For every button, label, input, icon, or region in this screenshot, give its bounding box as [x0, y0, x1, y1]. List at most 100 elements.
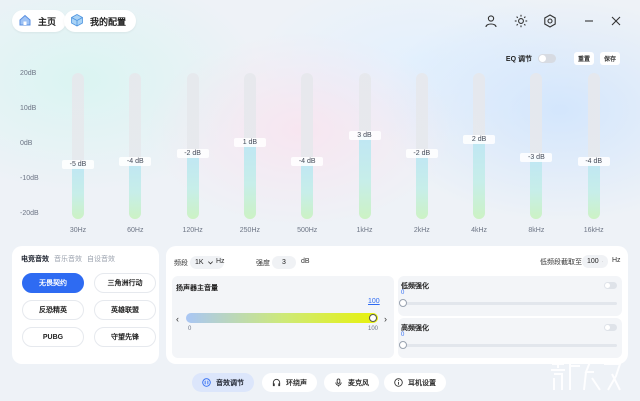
my-config-tab[interactable]: 我的配置: [64, 10, 137, 32]
eq-band-frequency: 16kHz: [583, 227, 604, 234]
reset-button[interactable]: 重置: [573, 52, 594, 65]
treble-boost-panel: 高频强化 0: [398, 318, 622, 358]
volume-decrease-icon[interactable]: ‹: [176, 314, 179, 324]
preset-tab[interactable]: 音乐音效: [54, 254, 82, 264]
eq-band-slider[interactable]: -3 dB: [520, 73, 553, 219]
eq-band-frequency: 8kHz: [528, 227, 545, 234]
preset-tab[interactable]: 电竞音效: [21, 254, 49, 264]
freq-label: 频段: [174, 260, 188, 267]
freq-select-value: 1K: [195, 259, 204, 266]
eq-band-slider[interactable]: -2 dB: [176, 73, 209, 219]
volume-panel: 扬声器主音量 100 ‹ › 0 100: [172, 276, 394, 358]
cube-icon: [70, 13, 84, 29]
eq-band-slider[interactable]: -4 dB: [577, 73, 610, 219]
eq-band-value: 1 dB: [233, 138, 266, 148]
eq-band-slider[interactable]: -5 dB: [62, 73, 94, 219]
volume-knob[interactable]: [369, 314, 377, 322]
eq-band-value: -2 dB: [405, 149, 438, 159]
eq-band-frequency: 60Hz: [127, 227, 144, 234]
nav-headset-settings[interactable]: 耳机设置: [384, 373, 446, 392]
preset-button[interactable]: 英雄联盟: [94, 300, 156, 320]
eq-band-fill: [129, 160, 142, 219]
treble-boost-knob[interactable]: [399, 341, 407, 349]
freq-unit: Hz: [216, 258, 225, 265]
my-config-label: 我的配置: [90, 16, 127, 27]
eq-toggle[interactable]: [537, 54, 556, 63]
y-axis-tick-label: 20dB: [20, 70, 37, 77]
home-tab[interactable]: 主页: [12, 10, 67, 32]
eq-toggle-label: EQ 调节: [505, 55, 532, 63]
eq-band-slider[interactable]: 3 dB: [348, 73, 381, 219]
close-icon[interactable]: [605, 10, 627, 32]
preset-tab[interactable]: 自设音效: [87, 254, 115, 264]
volume-slider[interactable]: [186, 313, 378, 323]
eq-band-fill: [186, 153, 199, 219]
nav-microphone-label: 麦克风: [348, 379, 369, 387]
nav-surround-label: 环绕声: [286, 379, 307, 387]
watermark-logo: [551, 360, 622, 391]
eq-band-value: -3 dB: [520, 152, 553, 162]
strength-unit: dB: [301, 258, 310, 265]
eq-band-frequency: 120Hz: [182, 227, 203, 234]
treble-boost-title: 高频强化: [401, 325, 429, 332]
preset-button[interactable]: 守望先锋: [94, 327, 156, 347]
volume-value: 100: [368, 298, 380, 305]
eq-band-slider[interactable]: -4 dB: [291, 73, 324, 219]
settings-icon[interactable]: [539, 10, 561, 32]
bass-boost-slider[interactable]: [402, 302, 617, 305]
volume-increase-icon[interactable]: ›: [384, 314, 387, 324]
bass-boost-toggle[interactable]: [604, 282, 617, 289]
eq-band-frequency: 500Hz: [297, 227, 318, 234]
y-axis-tick-label: -10dB: [20, 175, 39, 182]
preset-button[interactable]: PUBG: [22, 327, 84, 347]
eq-band-slider[interactable]: -2 dB: [405, 73, 438, 219]
eq-band-value: -2 dB: [176, 149, 209, 159]
preset-button[interactable]: 三角洲行动: [94, 273, 156, 293]
bass-boost-knob[interactable]: [399, 299, 407, 307]
minimize-icon[interactable]: [578, 10, 600, 32]
eq-band-value: -4 dB: [577, 156, 610, 166]
lowfreq-cut-unit: Hz: [612, 257, 621, 264]
preset-button[interactable]: 无畏契约: [22, 273, 84, 293]
headphones-icon: [272, 378, 281, 387]
strength-input[interactable]: 3: [272, 256, 296, 269]
preset-button[interactable]: 反恐精英: [22, 300, 84, 320]
brightness-icon[interactable]: [510, 10, 532, 32]
home-icon: [18, 13, 32, 29]
volume-title: 扬声器主音量: [176, 285, 218, 292]
settings-panel: 频段 1K Hz 强度 3 dB 低频段截取至 100 Hz 扬声器主音量 10…: [166, 246, 628, 364]
lowfreq-cut-select[interactable]: 100: [582, 255, 608, 268]
eq-controls: EQ 调节 重置 保存: [506, 52, 620, 65]
home-label: 主页: [38, 16, 57, 27]
volume-min-label: 0: [188, 326, 192, 332]
y-axis-tick-label: 10dB: [20, 105, 37, 112]
user-icon[interactable]: [480, 10, 502, 32]
chevron-down-icon: [601, 261, 603, 262]
eq-band-frequency: 2kHz: [413, 227, 430, 234]
nav-headset-settings-label: 耳机设置: [408, 379, 436, 387]
eq-band-value: -5 dB: [62, 160, 94, 170]
volume-max-label: 100: [368, 326, 379, 332]
eq-band-fill: [587, 160, 600, 219]
lowfreq-cut-label: 低频段截取至: [540, 259, 582, 266]
strength-label: 强度: [256, 260, 270, 267]
nav-sound-tuning-label: 音效调节: [216, 379, 244, 387]
eq-band-slider[interactable]: 1 dB: [233, 73, 266, 219]
eq-band-slider[interactable]: -4 dB: [119, 73, 152, 219]
eq-band-fill: [72, 164, 84, 219]
nav-sound-tuning[interactable]: 音效调节: [192, 373, 254, 392]
treble-boost-toggle[interactable]: [604, 324, 617, 331]
nav-microphone[interactable]: 麦克风: [324, 373, 379, 392]
eq-band-fill: [243, 142, 256, 219]
eq-band-fill: [473, 138, 486, 219]
treble-boost-slider[interactable]: [402, 344, 617, 347]
info-icon: [394, 378, 403, 387]
nav-surround[interactable]: 环绕声: [262, 373, 317, 392]
bass-boost-panel: 低频强化 0: [398, 276, 622, 316]
eq-band-value: 2 dB: [463, 134, 496, 144]
eq-band-fill: [530, 156, 543, 219]
eq-band-slider[interactable]: 2 dB: [463, 73, 496, 219]
eq-band-fill: [301, 160, 314, 219]
save-button[interactable]: 保存: [599, 52, 620, 65]
lowfreq-cut-value: 100: [587, 258, 599, 265]
